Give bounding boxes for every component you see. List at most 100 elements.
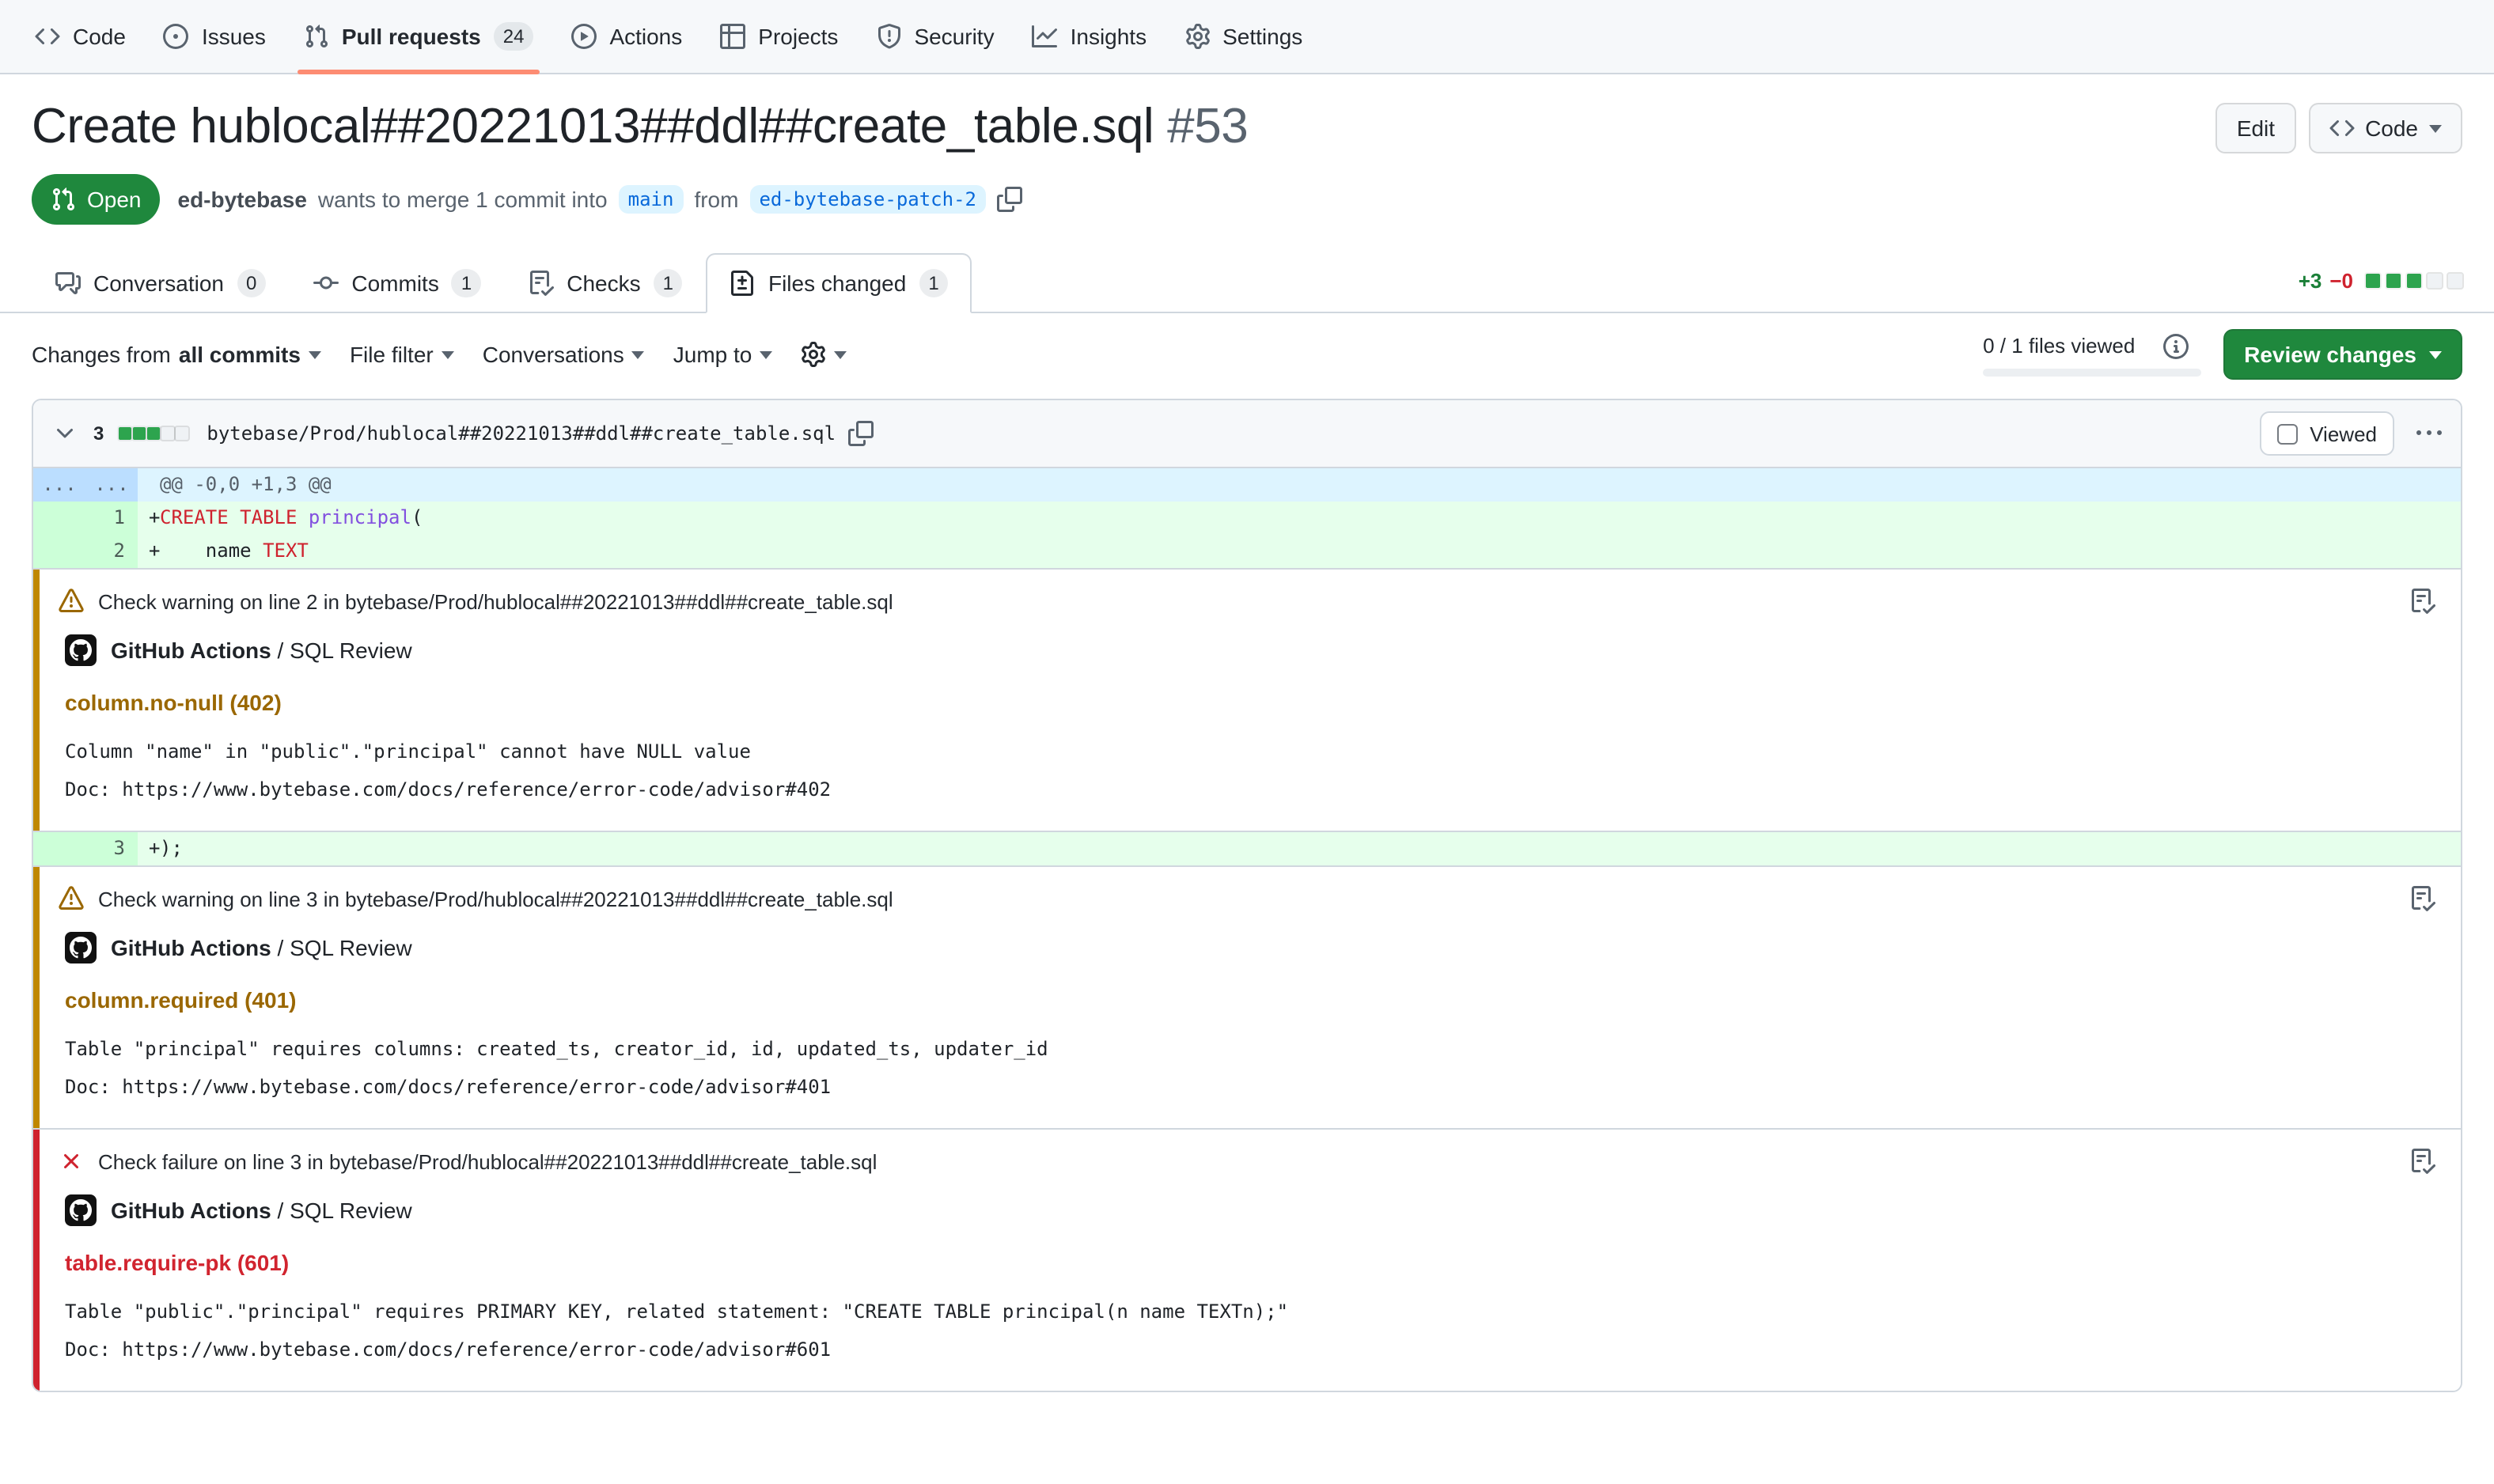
tab-checks[interactable]: Checks 1 <box>505 253 707 313</box>
code-token: principal <box>309 506 411 528</box>
checklist-icon <box>529 271 554 296</box>
collapse-file-button[interactable] <box>49 418 81 449</box>
code-token: ( <box>411 506 423 528</box>
tab-conversation[interactable]: Conversation 0 <box>32 253 290 313</box>
view-check-run-button[interactable] <box>2410 1149 2435 1174</box>
pr-author[interactable]: ed-bytebase <box>178 187 307 212</box>
conversations-label: Conversations <box>483 342 624 367</box>
diff-line-3[interactable]: 3 + ); <box>33 831 2461 865</box>
hunk-header-text: @@ -0,0 +1,3 @@ <box>160 468 2461 502</box>
tab-commits[interactable]: Commits 1 <box>290 253 505 313</box>
kebab-horizontal-icon <box>2416 421 2442 446</box>
old-line-number <box>33 832 85 865</box>
new-line-number[interactable]: 1 <box>85 502 138 535</box>
check-app-name[interactable]: GitHub Actions <box>111 935 271 960</box>
head-branch-label[interactable]: ed-bytebase-patch-2 <box>749 185 986 214</box>
merge-description: wants to merge 1 commit into <box>318 187 608 212</box>
check-context: / SQL Review <box>278 935 412 960</box>
annotation-header-text: Check failure on line 3 in bytebase/Prod… <box>98 1149 877 1173</box>
diff-code: name TEXT <box>160 535 2461 568</box>
check-message: Table "public"."principal" requires PRIM… <box>65 1297 2435 1327</box>
nav-label: Code <box>73 24 126 49</box>
check-annotation-warning-line-3: Check warning on line 3 in bytebase/Prod… <box>33 865 2461 1128</box>
file-changed-lines-count: 3 <box>93 422 104 445</box>
chevron-down-icon <box>2429 124 2442 132</box>
copy-icon <box>848 421 874 446</box>
gear-icon <box>801 342 826 367</box>
files-viewed-progress: 0 / 1 files viewed <box>1983 333 2201 376</box>
nav-label: Insights <box>1071 24 1147 49</box>
nav-item-insights[interactable]: Insights <box>1017 0 1163 73</box>
check-annotation-failure-line-3: Check failure on line 3 in bytebase/Prod… <box>33 1128 2461 1391</box>
octocat-icon <box>70 1199 92 1221</box>
nav-item-pull-requests[interactable]: Pull requests 24 <box>288 0 550 73</box>
base-branch-label[interactable]: main <box>619 185 684 214</box>
pr-title-text: Create hublocal##20221013##ddl##create_t… <box>32 98 1154 153</box>
code-button[interactable]: Code <box>2308 103 2462 153</box>
issue-opened-icon <box>164 24 189 49</box>
diff-sign: + <box>138 502 160 535</box>
diff-sign: + <box>138 535 160 568</box>
diff-line-1[interactable]: 1 + CREATE TABLE principal( <box>33 502 2461 535</box>
pull-requests-count-badge: 24 <box>494 22 534 51</box>
info-icon <box>2163 333 2189 358</box>
files-viewed-info-button[interactable] <box>2163 333 2189 358</box>
nav-item-settings[interactable]: Settings <box>1169 0 1318 73</box>
diffstat-block <box>2386 274 2401 288</box>
nav-item-projects[interactable]: Projects <box>704 0 854 73</box>
changes-from-value: all commits <box>179 342 301 367</box>
file-diffstat-blocks <box>116 427 188 440</box>
nav-item-issues[interactable]: Issues <box>148 0 282 73</box>
from-text: from <box>694 187 738 212</box>
gear-icon <box>1184 24 1210 49</box>
nav-item-code[interactable]: Code <box>19 0 142 73</box>
repo-nav: Code Issues Pull requests 24 Actions Pro… <box>0 0 2494 74</box>
github-actions-avatar <box>65 634 97 666</box>
changes-from-dropdown[interactable]: Changes from all commits <box>32 342 321 367</box>
viewed-toggle-button[interactable]: Viewed <box>2259 411 2394 456</box>
diff-sign: + <box>138 832 160 865</box>
new-line-number[interactable]: 3 <box>85 832 138 865</box>
view-check-run-button[interactable] <box>2410 886 2435 911</box>
diff-settings-dropdown[interactable] <box>801 342 847 367</box>
review-changes-button[interactable]: Review changes <box>2223 329 2462 380</box>
chevron-down-icon <box>52 421 78 446</box>
new-line-number[interactable]: 2 <box>85 535 138 568</box>
check-app-name[interactable]: GitHub Actions <box>111 638 271 663</box>
check-annotation-warning-line-2: Check warning on line 2 in bytebase/Prod… <box>33 568 2461 831</box>
file-filter-dropdown[interactable]: File filter <box>350 342 454 367</box>
pr-tab-bar: Conversation 0 Commits 1 Checks 1 Files … <box>0 253 2494 313</box>
diff-toolbar: Changes from all commits File filter Con… <box>0 313 2494 392</box>
github-actions-avatar <box>65 932 97 963</box>
git-commit-icon <box>313 271 339 296</box>
tab-count-badge: 1 <box>452 269 481 297</box>
conversations-dropdown[interactable]: Conversations <box>483 342 645 367</box>
table-icon <box>720 24 745 49</box>
edit-button[interactable]: Edit <box>2216 103 2295 153</box>
diffstat-block <box>2407 274 2421 288</box>
viewed-checkbox[interactable] <box>2276 423 2297 444</box>
check-rule-title: table.require-pk (601) <box>65 1250 2435 1275</box>
nav-item-actions[interactable]: Actions <box>555 0 698 73</box>
diff-code: ); <box>160 832 2461 865</box>
code-token: TEXT <box>263 539 309 562</box>
diffstat-summary: +3 −0 <box>2299 269 2462 312</box>
check-app-name[interactable]: GitHub Actions <box>111 1198 271 1223</box>
diffstat-block <box>161 427 173 440</box>
nav-label: Actions <box>609 24 682 49</box>
file-options-kebab-button[interactable] <box>2410 418 2448 449</box>
jump-to-dropdown[interactable]: Jump to <box>673 342 773 367</box>
copy-branch-button[interactable] <box>997 187 1022 212</box>
file-filter-label: File filter <box>350 342 434 367</box>
nav-label: Issues <box>202 24 266 49</box>
copy-file-path-button[interactable] <box>848 421 874 446</box>
file-path[interactable]: bytebase/Prod/hublocal##20221013##ddl##c… <box>207 422 836 445</box>
nav-item-security[interactable]: Security <box>860 0 1010 73</box>
diffstat-block <box>175 427 188 440</box>
shield-icon <box>876 24 901 49</box>
check-message: Table "principal" requires columns: crea… <box>65 1035 2435 1065</box>
tab-files-changed[interactable]: Files changed 1 <box>707 253 972 313</box>
diffstat-block <box>118 427 131 440</box>
diff-line-2[interactable]: 2 + name TEXT <box>33 535 2461 568</box>
view-check-run-button[interactable] <box>2410 589 2435 614</box>
